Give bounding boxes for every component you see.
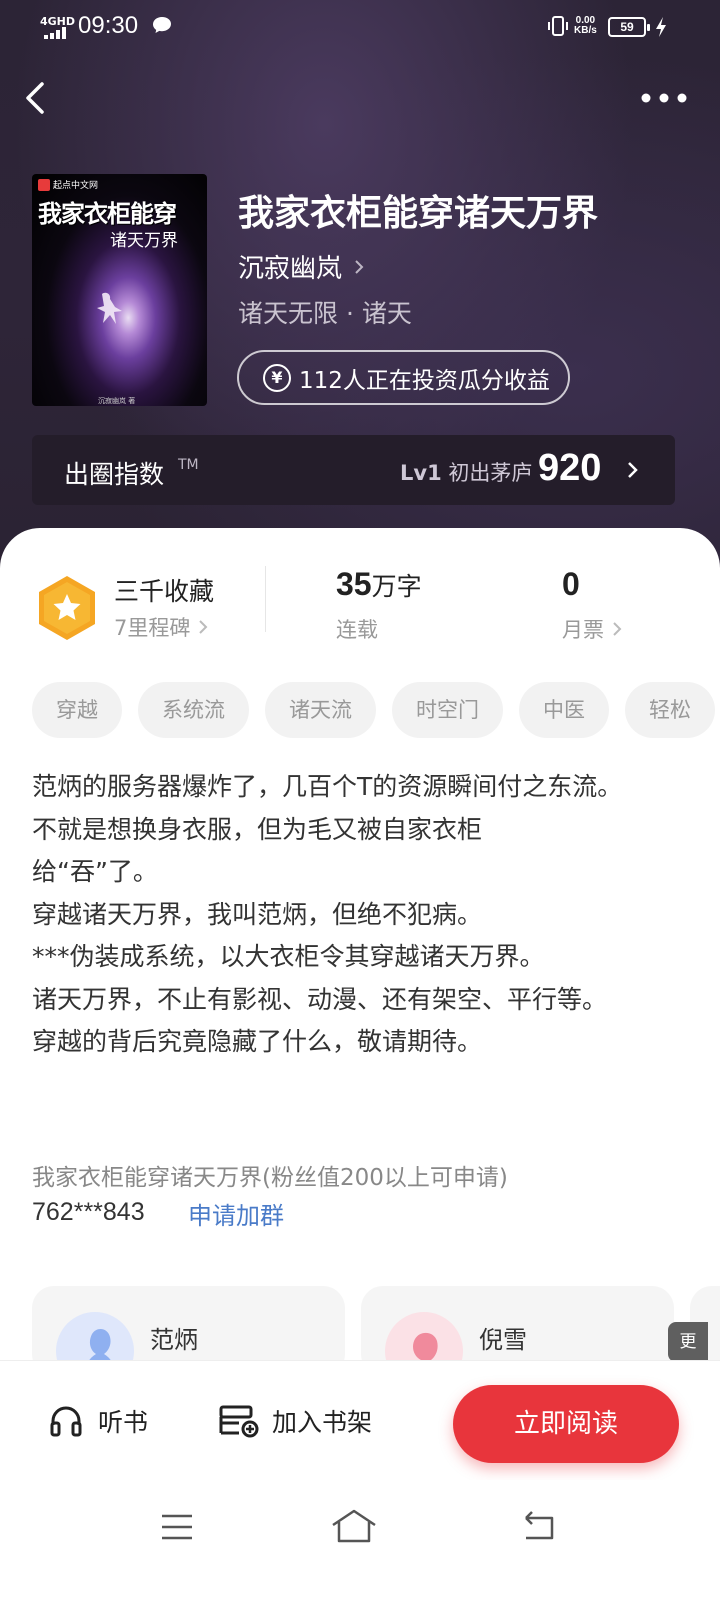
home-icon[interactable] — [330, 1508, 378, 1544]
monthly-ticket-count: 0 — [562, 566, 580, 602]
status-time: 09:30 — [78, 12, 139, 39]
popularity-index-bar[interactable]: 出圈指数 TM Lv1 初出茅庐 920 — [32, 435, 675, 505]
more-dots-icon[interactable] — [640, 84, 688, 112]
battery-indicator: 59 — [608, 17, 650, 37]
status-bar: 4GHD 09:30 0.00 KB/s 59 — [0, 0, 720, 56]
index-label: 出圈指数 — [64, 460, 165, 489]
invest-button[interactable]: ¥ 112人正在投资瓜分收益 — [237, 350, 570, 405]
index-trademark: TM — [178, 457, 199, 473]
tag-chip[interactable]: 轻松 — [625, 682, 715, 738]
cover-publisher-badge: 起点中文网 — [38, 178, 98, 191]
cover-figure-illustration — [97, 292, 122, 324]
book-description: 范炳的服务器爆炸了，几百个T的资源瞬间付之东流。 不就是想换身衣服，但为毛又被自… — [32, 766, 682, 1064]
cover-subtitle: 诸天万界 — [110, 231, 178, 251]
signal-icon — [44, 27, 72, 39]
system-navigation-bar — [0, 1480, 720, 1600]
back-nav-icon[interactable] — [520, 1510, 558, 1542]
headphones-icon — [50, 1406, 82, 1437]
add-shelf-icon — [219, 1405, 259, 1438]
character-name: 范炳 — [150, 1326, 198, 1354]
chevron-right-icon — [199, 620, 208, 634]
book-cover[interactable]: 起点中文网 我家衣柜能穿 诸天万界 沉寂幽岚 著 — [32, 174, 207, 406]
author-link[interactable]: 沉寂幽岚 — [238, 248, 366, 285]
net-speed: 0.00 KB/s — [574, 15, 597, 36]
fan-group-number: 762***843 — [32, 1198, 145, 1226]
cover-title: 我家衣柜能穿 — [38, 199, 177, 228]
read-now-button[interactable]: 立即阅读 — [453, 1385, 679, 1463]
index-score: 920 — [538, 447, 602, 489]
index-level: Lv1 初出茅庐 — [400, 461, 533, 485]
book-title: 我家衣柜能穿诸天万界 — [238, 193, 599, 234]
menu-icon[interactable] — [160, 1512, 194, 1542]
tag-chip[interactable]: 时空门 — [392, 682, 503, 738]
message-icon — [153, 17, 171, 33]
collection-milestone: 三千收藏 — [114, 577, 215, 606]
monthly-ticket-link[interactable]: 月票 — [562, 614, 623, 644]
author-name: 沉寂幽岚 — [238, 254, 343, 284]
fan-group-info: 我家衣柜能穿诸天万界(粉丝值200以上可申请) — [32, 1165, 508, 1191]
invest-text: 112人正在投资瓜分收益 — [299, 367, 550, 394]
description-line: 给“吞”了。 — [32, 857, 158, 886]
yen-icon: ¥ — [263, 363, 291, 392]
character-name: 倪雪 — [479, 1326, 527, 1354]
network-type: 4GHD — [40, 15, 76, 28]
charging-icon — [656, 17, 666, 37]
chevron-right-icon — [613, 622, 622, 636]
bottom-action-bar: 听书 加入书架 立即阅读 — [0, 1360, 720, 1480]
tag-chip[interactable]: 穿越 — [32, 682, 122, 738]
tag-list: 穿越 系统流 诸天流 时空门 中医 轻松 — [32, 682, 715, 738]
description-line: 穿越的背后究竟隐藏了什么，敬请期待。 — [32, 1027, 483, 1056]
serial-status: 连载 — [336, 618, 378, 642]
stat-divider — [265, 566, 266, 632]
listen-button[interactable]: 听书 — [48, 1403, 148, 1439]
description-line: 不就是想换身衣服，但为毛又被自家衣柜 — [32, 814, 483, 844]
description-line: 诸天万界，不止有影视、动漫、还有架空、平行等。 — [32, 984, 608, 1014]
word-count: 35万字 — [336, 566, 422, 602]
tag-chip[interactable]: 诸天流 — [265, 682, 376, 738]
chevron-right-icon — [355, 259, 364, 274]
more-tab[interactable]: 更 — [668, 1322, 708, 1362]
chevron-right-icon — [628, 462, 638, 478]
book-genre: 诸天无限 · 诸天 — [238, 299, 412, 328]
vibrate-icon — [548, 16, 568, 36]
tag-chip[interactable]: 系统流 — [138, 682, 249, 738]
medal-icon — [39, 576, 95, 640]
tag-chip[interactable]: 中医 — [519, 682, 609, 738]
add-to-shelf-button[interactable]: 加入书架 — [218, 1403, 372, 1439]
description-line: 穿越诸天万界，我叫范炳，但绝不犯病。 — [32, 899, 483, 929]
description-line: ***伪装成系统，以大衣柜令其穿越诸天万界。 — [32, 942, 545, 971]
cover-author: 沉寂幽岚 著 — [98, 397, 136, 405]
description-line: 范炳的服务器爆炸了，几百个T的资源瞬间付之东流。 — [32, 772, 623, 801]
apply-join-group-link[interactable]: 申请加群 — [188, 1196, 284, 1231]
back-icon[interactable] — [18, 78, 54, 118]
milestone-link[interactable]: 7里程碑 — [114, 612, 209, 642]
